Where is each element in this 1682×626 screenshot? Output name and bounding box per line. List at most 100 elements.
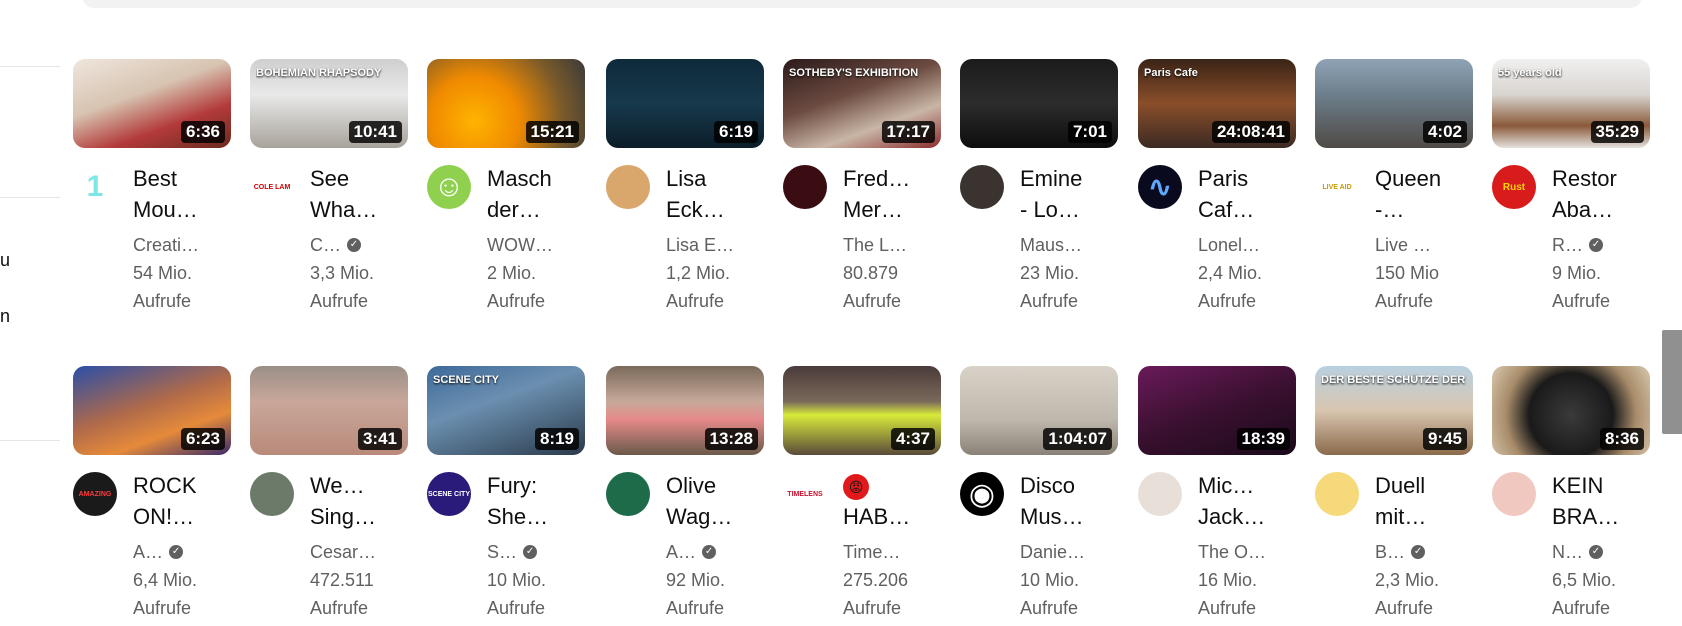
video-thumbnail[interactable]: 55 years old 35:29 [1492,59,1650,148]
video-thumbnail[interactable]: SOTHEBY'S EXHIBITION 17:17 [783,59,941,148]
video-title[interactable]: ROCK ON!… [133,470,201,532]
channel-avatar[interactable]: TIMELENS [783,472,827,516]
channel-name-row[interactable]: S… ✓ [487,538,557,566]
video-thumbnail[interactable]: 1:04:07 [960,366,1118,455]
video-title[interactable]: Michae Jack… [1198,470,1266,532]
video-thumbnail[interactable]: 3:41 [250,366,408,455]
video-card[interactable]: BOHEMIAN RHAPSODY 10:41 COLE LAM See Wha… C… ✓… [250,59,420,319]
channel-name[interactable]: Time… [843,538,900,566]
channel-name-row[interactable]: The L… [843,231,913,259]
video-thumbnail[interactable]: 6:19 [606,59,764,148]
video-title[interactable]: Lisa Eckh… [666,163,734,225]
video-thumbnail[interactable]: 6:23 [73,366,231,455]
channel-avatar[interactable]: 1 [73,165,117,209]
channel-avatar[interactable] [960,165,1004,209]
video-card[interactable]: SCENE CITY 8:19 SCENE CITY Fury: Sher… S… ✓ 10 … [427,366,597,626]
video-thumbnail[interactable]: 6:36 [73,59,231,148]
channel-avatar[interactable]: Rust [1492,165,1536,209]
channel-name-row[interactable]: WOW… [487,231,557,259]
channel-name[interactable]: Maus… [1020,231,1082,259]
video-card[interactable]: 3:41 Wembl Sing… Cesar… 472.511 Aufrufe [250,366,420,626]
channel-name-row[interactable]: Danie… [1020,538,1090,566]
video-title[interactable]: Restor Aba… [1552,163,1620,225]
video-title[interactable]: Wembl Sing… [310,470,378,532]
channel-avatar[interactable] [783,165,827,209]
video-card[interactable]: SOTHEBY'S EXHIBITION 17:17 Freddie Mer… The … [783,59,953,319]
video-card[interactable]: 4:02 LIVE AID Queen -… Live … 150 Mio Aufrufe [1315,59,1485,319]
video-title[interactable]: Emine - Los… [1020,163,1088,225]
channel-name[interactable]: Cesar… [310,538,376,566]
channel-name[interactable]: Creati… [133,231,199,259]
video-thumbnail[interactable]: BOHEMIAN RHAPSODY 10:41 [250,59,408,148]
channel-avatar[interactable] [606,472,650,516]
video-thumbnail[interactable]: 4:37 [783,366,941,455]
video-title[interactable]: Best Mou… [133,163,201,225]
video-card[interactable]: 15:21 ☺ Masch der… WOW… 2 Mio. Aufrufe [427,59,597,319]
video-thumbnail[interactable]: 4:02 [1315,59,1473,148]
channel-name[interactable]: Live … [1375,231,1431,259]
video-title[interactable]: See Wha… [310,163,378,225]
channel-name-row[interactable]: B… ✓ [1375,538,1445,566]
channel-avatar[interactable]: ∿ [1138,165,1182,209]
channel-avatar[interactable] [1138,472,1182,516]
video-card[interactable]: 6:36 1 Best Mou… Creati… 54 Mio. Aufrufe [73,59,243,319]
scrollbar-thumb[interactable] [1662,330,1682,434]
video-title[interactable]: Fury: Sher… [487,470,555,532]
channel-avatar[interactable]: AMAZING [73,472,117,516]
channel-name-row[interactable]: Lonel… [1198,231,1268,259]
channel-avatar[interactable]: LIVE AID [1315,165,1359,209]
video-title[interactable]: Disco Musi… [1020,470,1088,532]
video-title[interactable]: Duell mit… [1375,470,1443,532]
video-card[interactable]: 18:39 Michae Jack… The O… 16 Mio. Aufrufe [1138,366,1308,626]
video-thumbnail[interactable]: 7:01 [960,59,1118,148]
channel-name[interactable]: A… [133,538,163,566]
video-card[interactable]: 8:36 KEIN BRA… N… ✓ 6,5 Mio. Aufrufe [1492,366,1662,626]
channel-name[interactable]: Danie… [1020,538,1085,566]
channel-name[interactable]: A… [666,538,696,566]
video-title[interactable]: Masch der… [487,163,555,225]
channel-name[interactable]: N… [1552,538,1583,566]
channel-name-row[interactable]: C… ✓ [310,231,380,259]
video-title[interactable]: KEIN BRA… [1552,470,1620,532]
channel-name-row[interactable]: A… ✓ [666,538,736,566]
channel-avatar[interactable] [606,165,650,209]
channel-name[interactable]: WOW… [487,231,553,259]
video-card[interactable]: DER BESTE SCHÜTZE DER WE 9:45 Duellmit… B… ✓… [1315,366,1485,626]
video-thumbnail[interactable]: Paris Cafe 24:08:41 [1138,59,1296,148]
channel-name[interactable]: R… [1552,231,1583,259]
channel-name[interactable]: The O… [1198,538,1266,566]
channel-name[interactable]: B… [1375,538,1405,566]
video-card[interactable]: Paris Cafe 24:08:41 ∿ Paris Cafe… Lonel… 2,4 M… [1138,59,1308,319]
video-card[interactable]: 4:37TIMELENS.HAB…😡Time…275.206Aufrufe [783,366,953,626]
channel-avatar[interactable]: SCENE CITY [427,472,471,516]
video-title[interactable]: Olive Wag… [666,470,734,532]
video-card[interactable]: 1:04:07 ◉ Disco Musi… Danie… 10 Mio. Aufrufe [960,366,1130,626]
channel-avatar[interactable] [250,472,294,516]
video-card[interactable]: 13:28 Olive Wag… A… ✓ 92 Mio. Aufrufe [606,366,776,626]
channel-name-row[interactable]: Creati… [133,231,203,259]
channel-name-row[interactable]: Lisa E… [666,231,736,259]
video-thumbnail[interactable]: 18:39 [1138,366,1296,455]
channel-name-row[interactable]: Time… [843,538,913,566]
video-card[interactable]: 6:19 Lisa Eckh… Lisa E… 1,2 Mio. Aufrufe [606,59,776,319]
channel-name[interactable]: C… [310,231,341,259]
channel-name-row[interactable]: R… ✓ [1552,231,1622,259]
channel-name-row[interactable]: Maus… [1020,231,1090,259]
video-title[interactable]: Queen -… [1375,163,1443,225]
channel-name-row[interactable]: A… ✓ [133,538,203,566]
video-card[interactable]: 6:23 AMAZING ROCK ON!… A… ✓ 6,4 Mio. Aufrufe [73,366,243,626]
channel-name-row[interactable]: N… ✓ [1552,538,1622,566]
video-thumbnail[interactable]: DER BESTE SCHÜTZE DER WE 9:45 [1315,366,1473,455]
channel-name[interactable]: The L… [843,231,907,259]
video-card[interactable]: 7:01 Emine - Los… Maus… 23 Mio. Aufrufe [960,59,1130,319]
video-title[interactable]: Paris Cafe… [1198,163,1266,225]
video-thumbnail[interactable]: SCENE CITY 8:19 [427,366,585,455]
video-thumbnail[interactable]: 13:28 [606,366,764,455]
channel-name-row[interactable]: Cesar… [310,538,380,566]
channel-avatar[interactable]: COLE LAM [250,165,294,209]
video-thumbnail[interactable]: 8:36 [1492,366,1650,455]
channel-avatar[interactable]: ◉ [960,472,1004,516]
sidebar-text-fragment[interactable]: n [0,306,10,327]
channel-name[interactable]: S… [487,538,517,566]
video-title[interactable]: Freddie Mer… [843,163,911,225]
